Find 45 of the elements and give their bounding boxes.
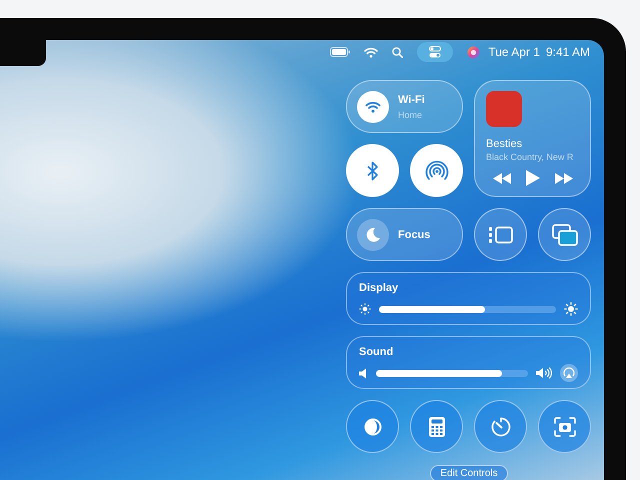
network-name: Home	[398, 110, 424, 120]
focus-tile[interactable]: Focus	[346, 208, 463, 261]
audio-output-button[interactable]	[560, 364, 578, 382]
battery-icon[interactable]	[330, 47, 350, 57]
wifi-icon	[365, 100, 381, 112]
timer-icon	[490, 416, 510, 436]
focus-label: Focus	[398, 228, 430, 240]
stage-manager-icon	[488, 224, 514, 244]
moon-icon	[365, 226, 381, 242]
wifi-icon[interactable]	[364, 46, 378, 58]
song-artist: Black Country, New R	[486, 152, 574, 162]
sound-label: Sound	[359, 346, 394, 358]
edit-controls-button[interactable]: Edit Controls	[430, 465, 508, 480]
camera-viewfinder-icon	[554, 416, 576, 436]
menu-bar-time: 9:41 AM	[546, 45, 590, 59]
bluetooth-icon	[366, 160, 378, 180]
slider-fill[interactable]	[376, 370, 502, 376]
focus-toggle[interactable]	[357, 218, 389, 250]
search-icon[interactable]	[392, 46, 404, 58]
airdrop-icon	[424, 160, 448, 182]
overlapping-windows-icon	[552, 224, 578, 246]
speaker-high-icon	[536, 367, 552, 379]
bright-sun-icon	[564, 302, 578, 316]
menu-bar-date: Tue Apr 1	[488, 45, 540, 59]
wifi-toggle[interactable]	[357, 90, 389, 122]
wifi-tile[interactable]: Wi-Fi Home	[346, 80, 463, 133]
slider-fill[interactable]	[379, 306, 486, 312]
fast-forward-icon[interactable]	[554, 172, 573, 184]
song-title: Besties	[486, 138, 524, 150]
play-icon[interactable]	[526, 170, 540, 186]
speaker-low-icon	[359, 368, 368, 378]
album-art-placeholder	[486, 91, 522, 127]
now-playing-tile[interactable]: Besties Black Country, New R	[474, 80, 591, 197]
dim-sun-icon	[359, 303, 371, 315]
calculator-icon	[428, 416, 444, 436]
rewind-icon[interactable]	[493, 172, 512, 184]
display-label: Display	[359, 282, 400, 294]
control-center-button[interactable]	[417, 42, 454, 62]
airplay-icon	[563, 367, 575, 379]
contrast-icon	[362, 416, 382, 436]
toggles-icon	[429, 46, 442, 58]
assistant-icon[interactable]	[467, 46, 480, 58]
wifi-label: Wi-Fi	[398, 94, 425, 106]
slider-track[interactable]	[376, 370, 528, 376]
slider-track[interactable]	[379, 306, 556, 312]
